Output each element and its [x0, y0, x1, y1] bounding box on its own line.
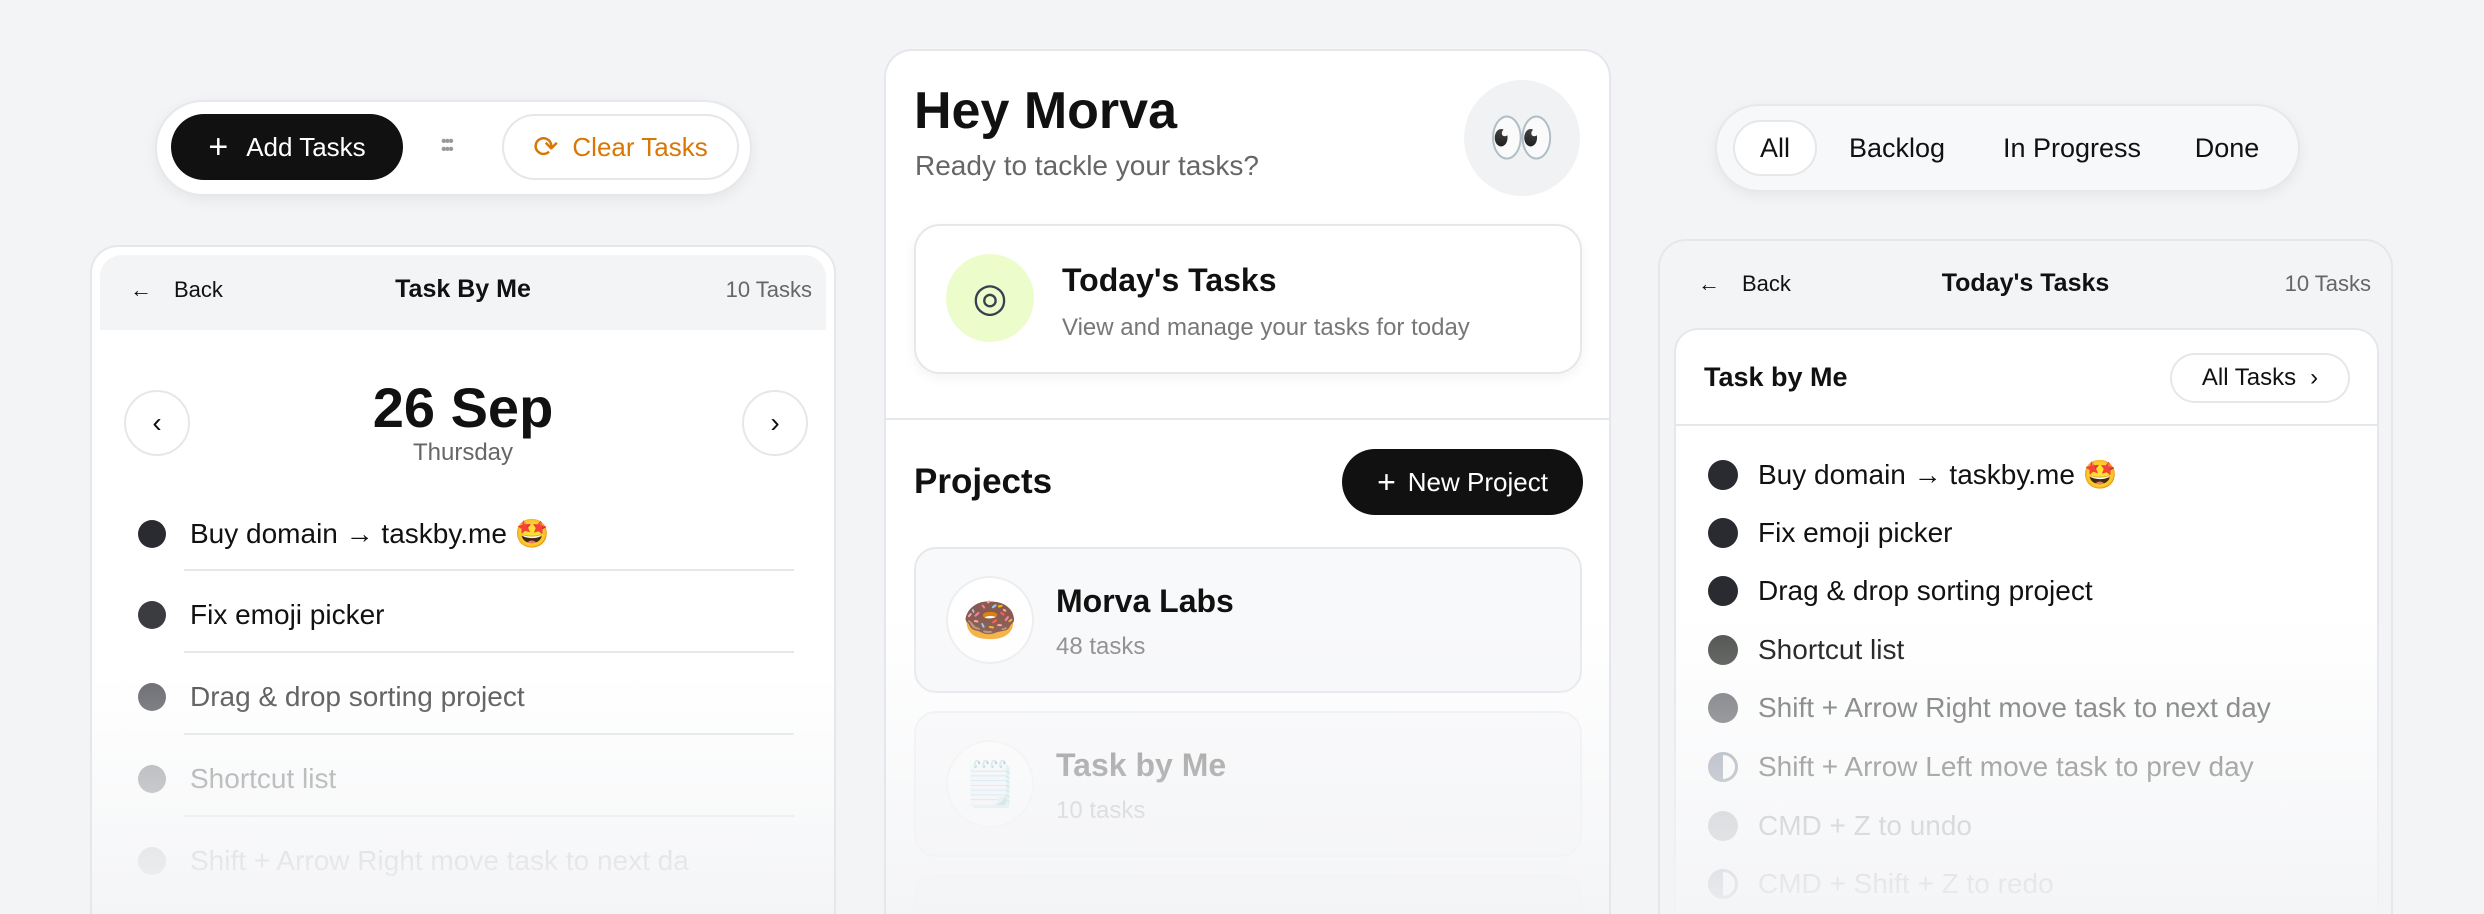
status-dot-icon[interactable]	[1708, 752, 1738, 782]
list-item[interactable]: Shortcut list	[138, 763, 336, 795]
section-title: Task by Me	[1704, 362, 1848, 392]
divider	[1676, 424, 2377, 426]
status-dot-icon[interactable]	[1708, 517, 1738, 548]
filter-tab-backlog[interactable]: Backlog	[1827, 120, 1967, 176]
status-dot-icon[interactable]	[138, 847, 166, 875]
greeting-subtitle: Ready to tackle your tasks?	[915, 150, 1259, 181]
weekday: Thursday	[412, 439, 514, 466]
todays-tasks-desc: View and manage your tasks for today	[1062, 314, 1470, 341]
row-divider	[184, 733, 794, 735]
target-play-icon: ◎	[946, 254, 1034, 342]
todays-tasks-card[interactable]: ◎ Today's Tasks View and manage your tas…	[914, 224, 1582, 374]
panel-title: Today's Tasks	[1941, 269, 2110, 297]
project-name: Task by Me	[1056, 747, 1227, 783]
list-item[interactable]: Shift + Arrow Right move task to next da…	[1708, 692, 2271, 724]
project-icon: 🗒️	[946, 740, 1034, 828]
row-divider	[184, 651, 794, 653]
project-count: 48 tasks	[1056, 633, 1146, 660]
drag-handle-icon[interactable]: ••• •••	[441, 134, 454, 158]
project-card[interactable]: 🍩 Morva Labs 48 tasks	[914, 547, 1582, 693]
status-dot-icon[interactable]	[1708, 869, 1738, 900]
status-dot-icon[interactable]	[1708, 576, 1738, 607]
add-tasks-button[interactable]: + Add Tasks	[171, 114, 403, 180]
todays-tasks-panel: ← Back Today's Tasks 10 Tasks Task by Me …	[1658, 239, 2393, 914]
status-dot-icon[interactable]	[138, 765, 166, 793]
status-dot-icon[interactable]	[138, 519, 166, 548]
list-item[interactable]: Fix emoji picker	[138, 599, 384, 631]
home-panel: Hey Morva Ready to tackle your tasks? 👀 …	[884, 49, 1611, 914]
filter-tab-all[interactable]: All	[1733, 120, 1817, 176]
filter-tab-in-progress[interactable]: In Progress	[1967, 120, 2177, 176]
plus-icon: +	[1377, 464, 1396, 500]
all-tasks-button[interactable]: All Tasks ›	[2170, 353, 2350, 403]
list-item[interactable]: CMD + Shift + Z to redo	[1708, 868, 2054, 900]
plus-icon: +	[208, 128, 229, 166]
task-by-me-panel: ← Back Task By Me 10 Tasks ‹ › 26 Sep Thu…	[90, 245, 836, 914]
list-item[interactable]: Shift + Arrow Left move task to prev day	[1708, 751, 2254, 783]
panel-title: Task By Me	[395, 275, 531, 303]
date-heading: 26 Sep	[372, 376, 554, 439]
row-divider	[184, 815, 794, 817]
panel-header: ← Back Task By Me 10 Tasks	[100, 255, 826, 330]
status-dot-icon[interactable]	[1708, 693, 1738, 724]
filter-tab-done[interactable]: Done	[2177, 120, 2277, 176]
project-card[interactable]	[914, 875, 1582, 914]
todays-tasks-title: Today's Tasks	[1062, 262, 1277, 298]
task-toolbar: + Add Tasks ••• ••• ⟳ Clear Tasks	[155, 100, 752, 196]
list-item[interactable]: Buy domain → taskby.me 🤩	[1708, 458, 2118, 491]
new-project-button[interactable]: + New Project	[1342, 449, 1583, 515]
status-dot-icon[interactable]	[138, 683, 166, 711]
task-count: 10 Tasks	[725, 277, 812, 302]
list-item[interactable]: Fix emoji picker	[1708, 517, 1952, 549]
greeting: Hey Morva	[914, 82, 1177, 140]
task-section-card: Task by Me All Tasks › Buy domain → taskb…	[1674, 328, 2379, 914]
status-dot-icon[interactable]	[1708, 459, 1738, 490]
status-dot-icon[interactable]	[1708, 634, 1738, 665]
avatar[interactable]: 👀	[1464, 80, 1580, 196]
divider	[886, 418, 1609, 420]
list-item[interactable]: Shift + Arrow Right move task to next da	[138, 845, 689, 877]
list-item[interactable]: Shortcut list	[1708, 634, 1904, 666]
row-divider	[184, 569, 794, 571]
chevron-right-icon: ›	[2310, 364, 2319, 391]
list-item[interactable]: CMD + Z to undo	[1708, 810, 1972, 842]
list-item[interactable]: Drag & drop sorting project	[138, 681, 525, 713]
clear-tasks-button[interactable]: ⟳ Clear Tasks	[502, 114, 739, 180]
task-count: 10 Tasks	[2284, 271, 2371, 296]
status-dot-icon[interactable]	[138, 601, 166, 629]
refresh-icon: ⟳	[533, 130, 559, 164]
list-item[interactable]: Drag & drop sorting project	[1708, 575, 2093, 607]
project-card[interactable]: 🗒️ Task by Me 10 tasks	[914, 711, 1582, 857]
status-dot-icon[interactable]	[1708, 810, 1738, 841]
project-count: 10 tasks	[1056, 797, 1146, 824]
projects-heading: Projects	[914, 462, 1053, 501]
status-filter: All Backlog In Progress Done	[1715, 104, 2300, 192]
project-name: Morva Labs	[1056, 583, 1234, 619]
project-icon: 🍩	[946, 576, 1034, 664]
list-item[interactable]: Buy domain → taskby.me 🤩	[138, 517, 550, 550]
